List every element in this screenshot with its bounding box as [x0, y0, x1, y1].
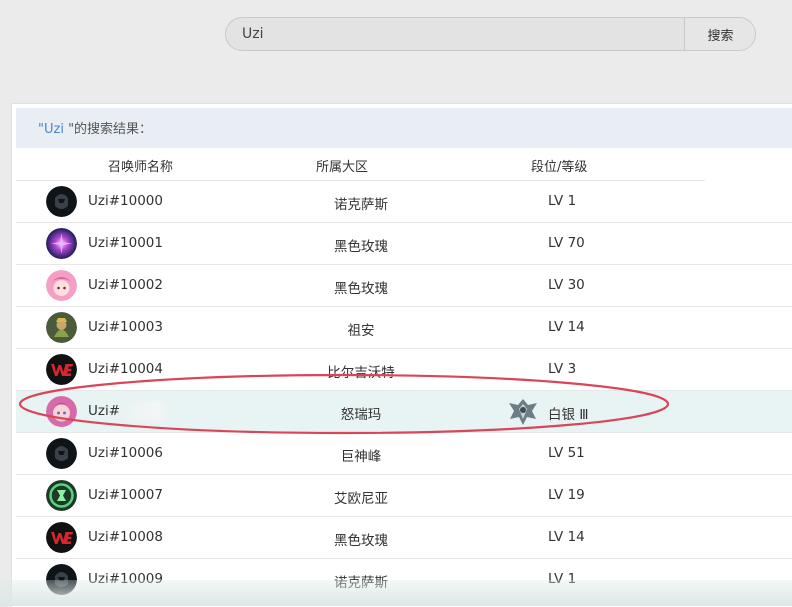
- rank-level: 白银 Ⅲ: [548, 403, 589, 423]
- results-panel: "Uzi "的搜索结果： 召唤师名称 所属大区 段位/等级 Uzi#10000 诺…: [11, 103, 792, 607]
- summoner-name[interactable]: Uzi#10002: [88, 277, 163, 293]
- rank-level: LV 19: [548, 487, 585, 503]
- summoner-name[interactable]: Uzi#10007: [88, 487, 163, 503]
- table-row[interactable]: Uzi#10008 黑色玫瑰 LV 14: [16, 517, 792, 559]
- we-logo-icon: [46, 354, 77, 385]
- rank-level: LV 14: [548, 529, 585, 545]
- table-row[interactable]: Uzi#10001 黑色玫瑰 LV 70: [16, 223, 792, 265]
- search-bar: 搜索: [225, 17, 756, 51]
- summoner-name[interactable]: Uzi#10001: [88, 235, 163, 251]
- results-header: "Uzi "的搜索结果：: [16, 108, 792, 148]
- pink-girl-icon: [46, 270, 77, 301]
- region-name: 黑色玫瑰: [316, 529, 406, 549]
- results-header-suffix: "的搜索结果：: [68, 122, 152, 137]
- rank-level: LV 3: [548, 361, 576, 377]
- region-name: 黑色玫瑰: [316, 235, 406, 255]
- column-summoner-name: 召唤师名称: [108, 156, 173, 175]
- redacted-blur: [120, 401, 170, 421]
- table-row[interactable]: Uzi#10003 祖安 LV 14: [16, 307, 792, 349]
- table-row[interactable]: Uzi#10002 黑色玫瑰 LV 30: [16, 265, 792, 307]
- search-button[interactable]: 搜索: [684, 18, 756, 50]
- table-row[interactable]: Uzi#10006 巨神峰 LV 51: [16, 433, 792, 475]
- region-name: 艾欧尼亚: [316, 487, 406, 507]
- rank-level: LV 70: [548, 235, 585, 251]
- results-query: Uzi: [44, 122, 68, 137]
- green-warrior-icon: [46, 312, 77, 343]
- summoner-name[interactable]: Uzi#: [88, 403, 120, 419]
- region-name: 诺克萨斯: [316, 193, 406, 213]
- table-row[interactable]: Uzi#10000 诺克萨斯 LV 1: [16, 181, 792, 223]
- bottom-gradient: [0, 580, 792, 606]
- summoner-name[interactable]: Uzi#10008: [88, 529, 163, 545]
- dark-helmet-icon: [46, 186, 77, 217]
- rank-level: LV 14: [548, 319, 585, 335]
- region-name: 祖安: [316, 319, 406, 339]
- rank-level: LV 1: [548, 193, 576, 209]
- pink-jinx-icon: [46, 396, 77, 427]
- rank-level: LV 30: [548, 277, 585, 293]
- table-header: 召唤师名称 所属大区 段位/等级: [16, 148, 705, 181]
- summoner-name[interactable]: Uzi#10003: [88, 319, 163, 335]
- region-name: 黑色玫瑰: [316, 277, 406, 297]
- dark-helmet-icon: [46, 438, 77, 469]
- summoner-name[interactable]: Uzi#10000: [88, 193, 163, 209]
- we-logo-icon: [46, 522, 77, 553]
- table-row[interactable]: Uzi#10004 比尔吉沃特 LV 3: [16, 349, 792, 391]
- table-row[interactable]: Uzi#10007 艾欧尼亚 LV 19: [16, 475, 792, 517]
- cosmic-burst-icon: [46, 228, 77, 259]
- column-rank-level: 段位/等级: [531, 156, 587, 175]
- summoner-name[interactable]: Uzi#10006: [88, 445, 163, 461]
- rank-level: LV 51: [548, 445, 585, 461]
- results-list: Uzi#10000诺克萨斯LV 1Uzi#10001黑色玫瑰LV 70Uzi#1…: [12, 181, 792, 601]
- green-rune-icon: [46, 480, 77, 511]
- silver-rank-icon: [506, 397, 540, 431]
- search-input[interactable]: [226, 18, 684, 50]
- region-name: 怒瑞玛: [316, 403, 406, 423]
- region-name: 比尔吉沃特: [316, 361, 406, 381]
- table-row[interactable]: Uzi# 怒瑞玛 白银 Ⅲ: [16, 391, 792, 433]
- region-name: 巨神峰: [316, 445, 406, 465]
- column-region: 所属大区: [316, 156, 368, 175]
- summoner-name[interactable]: Uzi#10004: [88, 361, 163, 377]
